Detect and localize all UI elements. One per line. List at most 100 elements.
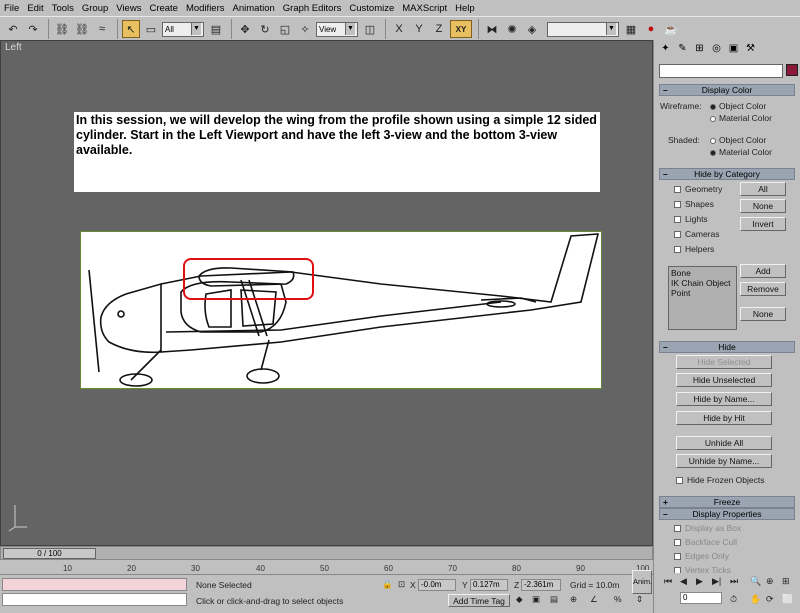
rollout-hide-by-category[interactable]: – Hide by Category: [659, 168, 795, 180]
hierarchy-tab-icon[interactable]: ⊞: [691, 43, 708, 59]
go-to-start-icon[interactable]: ⏮: [664, 576, 672, 587]
restrict-x-icon[interactable]: X: [390, 20, 408, 38]
menu-animation[interactable]: Animation: [233, 3, 275, 14]
hide-helpers-checkbox[interactable]: Helpers: [674, 244, 714, 254]
motion-tab-icon[interactable]: ◎: [708, 43, 725, 59]
shaded-object-color-radio[interactable]: Object Color: [710, 135, 766, 145]
align-icon[interactable]: ◈: [523, 20, 541, 38]
maxscript-listener-output[interactable]: [2, 593, 187, 606]
mirror-icon[interactable]: ⧓: [483, 20, 501, 38]
pan-icon[interactable]: ✋: [750, 594, 761, 605]
menu-views[interactable]: Views: [116, 3, 141, 14]
region-select-icon[interactable]: ▭: [142, 20, 160, 38]
snap-toggle-icon[interactable]: ⊕: [570, 594, 577, 605]
restrict-z-icon[interactable]: Z: [430, 20, 448, 38]
manipulate-icon[interactable]: ✧: [296, 20, 314, 38]
list-item[interactable]: IK Chain Object: [671, 278, 734, 288]
percent-snap-icon[interactable]: %: [614, 594, 622, 604]
spinner-snap-icon[interactable]: ⇕: [636, 594, 643, 605]
redo-icon[interactable]: ↷: [24, 20, 42, 38]
current-frame-field[interactable]: 0: [680, 592, 722, 604]
y-coord-field[interactable]: 0.127m: [470, 579, 508, 591]
hide-selected-button[interactable]: Hide Selected: [676, 355, 772, 369]
restrict-xy-button[interactable]: XY: [450, 20, 472, 38]
restrict-y-icon[interactable]: Y: [410, 20, 428, 38]
unhide-by-name-button[interactable]: Unhide by Name...: [676, 454, 772, 468]
animate-button[interactable]: Anim.: [632, 570, 652, 594]
track-bar[interactable]: 10 20 30 40 50 60 70 80 90 100: [0, 561, 653, 575]
zoom-all-icon[interactable]: ⊕: [766, 576, 774, 587]
link-icon[interactable]: ⛓: [53, 20, 71, 38]
list-item[interactable]: Bone: [671, 268, 734, 278]
display-tab-icon[interactable]: ▣: [725, 43, 742, 59]
named-selection-sets-dropdown[interactable]: ▼: [547, 21, 619, 37]
rollout-display-properties[interactable]: – Display Properties: [659, 508, 795, 520]
viewport-label[interactable]: Left: [5, 42, 22, 53]
menu-group[interactable]: Group: [82, 3, 108, 14]
time-slider-thumb[interactable]: 0 / 100: [3, 548, 96, 559]
add-time-tag-button[interactable]: Add Time Tag: [448, 594, 510, 607]
create-tab-icon[interactable]: ✦: [657, 43, 674, 59]
lock-selection-icon[interactable]: 🔒: [382, 579, 393, 590]
arc-rotate-icon[interactable]: ⟳: [766, 594, 774, 605]
none-button[interactable]: None: [740, 199, 786, 213]
menu-edit[interactable]: Edit: [27, 3, 43, 14]
remove-button[interactable]: Remove: [740, 282, 786, 296]
next-frame-icon[interactable]: ▶|: [712, 576, 721, 587]
modify-tab-icon[interactable]: ✎: [674, 43, 691, 59]
move-icon[interactable]: ✥: [236, 20, 254, 38]
menu-graph-editors[interactable]: Graph Editors: [283, 3, 342, 14]
select-object-icon[interactable]: ↖: [122, 20, 140, 38]
category-list[interactable]: Bone IK Chain Object Point: [668, 266, 737, 330]
none-list-button[interactable]: None: [740, 307, 786, 321]
menu-file[interactable]: File: [4, 3, 19, 14]
all-button[interactable]: All: [740, 182, 786, 196]
time-config-icon[interactable]: ⏱: [730, 594, 737, 605]
display-as-box-checkbox[interactable]: Display as Box: [674, 523, 741, 533]
invert-button[interactable]: Invert: [740, 217, 786, 231]
wireframe-object-color-radio[interactable]: Object Color: [710, 101, 766, 111]
undo-icon[interactable]: ↶: [4, 20, 22, 38]
pivot-center-icon[interactable]: ◫: [361, 20, 379, 38]
maxscript-listener-mini[interactable]: [2, 578, 187, 591]
wireframe-material-color-radio[interactable]: Material Color: [710, 113, 772, 123]
hide-frozen-objects-checkbox[interactable]: Hide Frozen Objects: [676, 475, 764, 485]
rollout-hide[interactable]: – Hide: [659, 341, 795, 353]
key-mode-icon[interactable]: ◆: [516, 594, 523, 605]
menu-create[interactable]: Create: [149, 3, 178, 14]
hide-cameras-checkbox[interactable]: Cameras: [674, 229, 719, 239]
menu-modifiers[interactable]: Modifiers: [186, 3, 225, 14]
hide-unselected-button[interactable]: Hide Unselected: [676, 373, 772, 387]
absolute-mode-icon[interactable]: ⊡: [398, 579, 405, 590]
select-by-name-icon[interactable]: ▤: [207, 20, 225, 38]
filters-icon[interactable]: ▤: [550, 594, 558, 605]
maximize-viewport-icon[interactable]: ⬜: [782, 594, 793, 605]
schematic-view-icon[interactable]: ▦: [622, 20, 640, 38]
hide-lights-checkbox[interactable]: Lights: [674, 214, 708, 224]
time-slider[interactable]: 0 / 100: [0, 546, 653, 560]
zoom-extents-icon[interactable]: ⊞: [782, 576, 790, 587]
hide-by-hit-button[interactable]: Hide by Hit: [676, 411, 772, 425]
reference-coord-dropdown[interactable]: View ▼: [316, 21, 358, 37]
rollout-display-color[interactable]: – Display Color: [659, 84, 795, 96]
menu-maxscript[interactable]: MAXScript: [402, 3, 447, 14]
set-key-icon[interactable]: ▣: [532, 594, 540, 605]
array-icon[interactable]: ✺: [503, 20, 521, 38]
left-viewport[interactable]: Left In this session, we will develop th…: [0, 40, 653, 546]
shaded-material-color-radio[interactable]: Material Color: [710, 147, 772, 157]
selection-filter-dropdown[interactable]: All ▼: [162, 21, 204, 37]
bind-space-warp-icon[interactable]: ≈: [93, 20, 111, 38]
z-coord-field[interactable]: -2.361m: [521, 579, 561, 591]
previous-frame-icon[interactable]: ◀: [680, 576, 687, 587]
unlink-icon[interactable]: ⛓: [73, 20, 91, 38]
hide-geometry-checkbox[interactable]: Geometry: [674, 184, 722, 194]
list-item[interactable]: Point: [671, 288, 734, 298]
zoom-icon[interactable]: 🔍: [750, 576, 761, 587]
hide-shapes-checkbox[interactable]: Shapes: [674, 199, 714, 209]
hide-by-name-button[interactable]: Hide by Name...: [676, 392, 772, 406]
scale-icon[interactable]: ◱: [276, 20, 294, 38]
render-scene-icon[interactable]: ☕: [662, 20, 680, 38]
rollout-freeze[interactable]: + Freeze: [659, 496, 795, 508]
menu-tools[interactable]: Tools: [52, 3, 74, 14]
edges-only-checkbox[interactable]: Edges Only: [674, 551, 729, 561]
